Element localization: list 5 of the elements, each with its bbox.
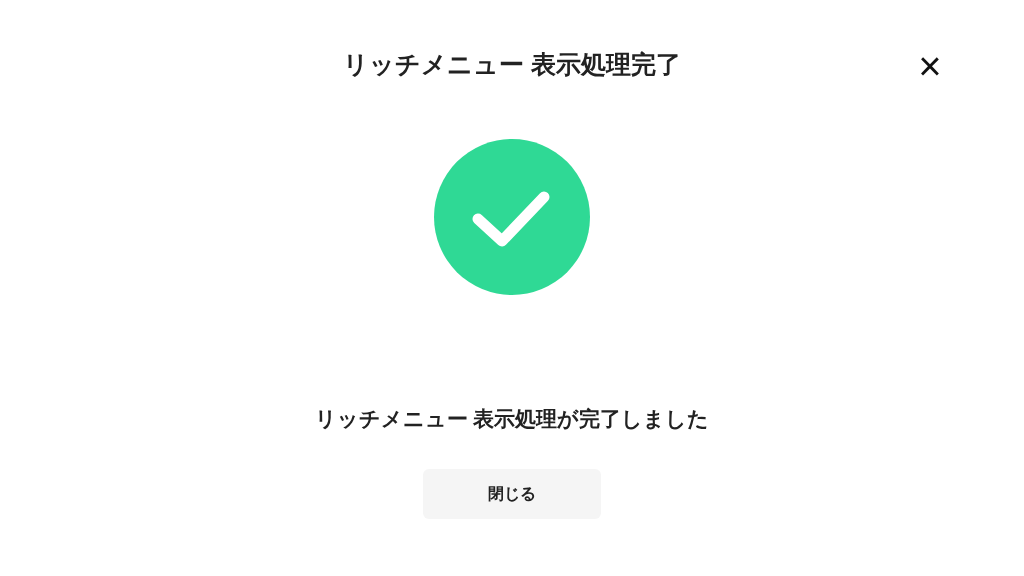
close-dialog-button[interactable]: 閉じる	[423, 469, 601, 519]
success-message: リッチメニュー 表示処理が完了しました	[314, 406, 710, 432]
close-button[interactable]: ×	[908, 44, 952, 88]
success-check-icon	[434, 139, 590, 295]
dialog-title: リッチメニュー 表示処理完了	[343, 49, 681, 80]
